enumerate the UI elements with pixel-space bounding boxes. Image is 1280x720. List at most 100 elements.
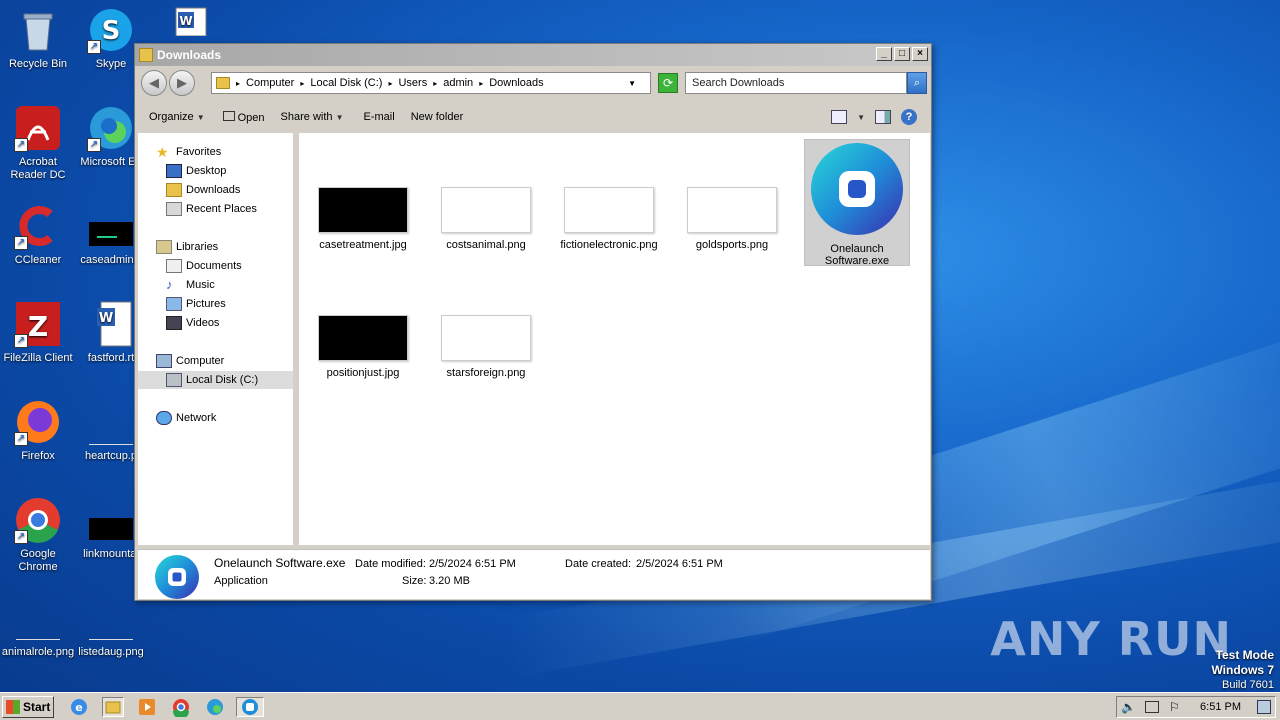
- open-icon: [222, 110, 235, 121]
- nav-label: Videos: [186, 317, 220, 329]
- search-input[interactable]: Search Downloads: [685, 72, 907, 94]
- ie-icon[interactable]: e: [68, 697, 90, 717]
- address-bar[interactable]: ▸ Computer ▸ Local Disk (C:) ▸ Users ▸ a…: [211, 72, 651, 94]
- nav-computer[interactable]: Computer: [156, 352, 224, 370]
- email-button[interactable]: E-mail: [364, 111, 395, 123]
- onelaunch-taskbar-icon[interactable]: [236, 697, 264, 717]
- share-with-button[interactable]: Share with ▼: [281, 111, 344, 123]
- test-mode-text: Test Mode Windows 7 Build 7601: [1211, 648, 1274, 692]
- help-icon[interactable]: ?: [901, 109, 917, 125]
- file-item-selected[interactable]: Onelaunch Software.exe: [807, 141, 907, 267]
- chrome-icon[interactable]: [170, 697, 192, 719]
- media-player-icon[interactable]: [136, 697, 158, 717]
- desktop-icon-ccleaner[interactable]: ↗ CCleaner: [0, 202, 76, 267]
- desktop-icon: [166, 164, 182, 178]
- anyrun-watermark: ANY RUN: [990, 612, 1232, 666]
- breadcrumb-admin[interactable]: admin: [443, 77, 473, 89]
- minimize-button[interactable]: _: [876, 47, 892, 61]
- desktop-icon-firefox[interactable]: ↗ Firefox: [0, 398, 76, 463]
- pictures-icon: [166, 297, 182, 311]
- network-icon: [156, 411, 172, 425]
- shortcut-arrow-icon: ↗: [14, 138, 28, 152]
- nav-label: Libraries: [176, 241, 219, 253]
- desktop-icon-recycle-bin[interactable]: Recycle Bin: [0, 6, 76, 71]
- flag-icon[interactable]: ⚐: [1169, 700, 1180, 714]
- shortcut-arrow-icon: ↗: [14, 530, 28, 544]
- close-button[interactable]: ×: [912, 47, 928, 61]
- refresh-icon[interactable]: ⟳: [658, 73, 678, 93]
- share-with-label: Share with: [280, 111, 333, 123]
- nav-downloads[interactable]: Downloads: [166, 181, 240, 199]
- nav-libraries[interactable]: Libraries: [156, 238, 218, 256]
- chevron-down-icon[interactable]: ▼: [628, 79, 636, 88]
- nav-pictures[interactable]: Pictures: [166, 295, 226, 313]
- back-button[interactable]: ◀: [141, 70, 167, 96]
- file-name: positionjust.jpg: [326, 367, 400, 379]
- new-folder-button[interactable]: New folder: [411, 111, 464, 123]
- nav-label: Computer: [176, 355, 225, 367]
- windows-logo-icon: [6, 700, 20, 714]
- chevron-down-icon[interactable]: ▼: [857, 113, 865, 122]
- desktop-icon-acrobat[interactable]: ↗ Acrobat Reader DC: [0, 104, 76, 182]
- videos-icon: [166, 316, 182, 330]
- search-icon[interactable]: ⌕: [907, 72, 927, 94]
- desktop-icon-chrome[interactable]: ↗ Google Chrome: [0, 496, 76, 574]
- network-tray-icon[interactable]: [1145, 701, 1159, 713]
- file-item[interactable]: starsforeign.png: [436, 315, 536, 379]
- onelaunch-icon: [809, 141, 905, 237]
- open-button[interactable]: Open: [222, 110, 265, 124]
- nav-label: Local Disk (C:): [186, 374, 259, 386]
- nav-documents[interactable]: Documents: [166, 257, 242, 275]
- window-controls: _ □ ×: [876, 47, 928, 61]
- desktop-icon-listedaug[interactable]: listedaug.png: [73, 594, 149, 659]
- title-bar[interactable]: Downloads: [135, 44, 931, 66]
- desktop-icon-filezilla[interactable]: Z ↗ FileZilla Client: [0, 300, 76, 365]
- chevron-right-icon: ▸: [388, 78, 393, 88]
- file-name: goldsports.png: [695, 239, 769, 251]
- nav-videos[interactable]: Videos: [166, 314, 219, 332]
- volume-icon[interactable]: 🔈: [1121, 700, 1136, 714]
- nav-favorites[interactable]: ★ Favorites: [156, 143, 221, 161]
- desktop-icon-animalrole[interactable]: animalrole.png: [0, 594, 76, 659]
- nav-network[interactable]: Network: [156, 409, 216, 427]
- file-item[interactable]: fictionelectronic.png: [559, 187, 659, 251]
- file-item[interactable]: positionjust.jpg: [313, 315, 413, 379]
- image-thumbnail: [564, 187, 654, 233]
- ccleaner-icon: ↗: [14, 202, 62, 250]
- details-date-modified: 2/5/2024 6:51 PM: [429, 558, 516, 570]
- nav-recent-places[interactable]: Recent Places: [166, 200, 257, 218]
- organize-button[interactable]: Organize ▼: [149, 111, 205, 123]
- clock[interactable]: 6:51 PM: [1200, 701, 1241, 713]
- breadcrumb-users[interactable]: Users: [398, 77, 427, 89]
- nav-local-disk[interactable]: Local Disk (C:): [138, 371, 293, 389]
- folder-icon: [139, 48, 153, 62]
- breadcrumb-downloads[interactable]: Downloads: [489, 77, 543, 89]
- windows-version-line: Windows 7: [1211, 663, 1274, 677]
- nav-desktop[interactable]: Desktop: [166, 162, 226, 180]
- preview-pane-icon[interactable]: [875, 110, 891, 124]
- chevron-down-icon: ▼: [335, 113, 344, 122]
- desktop-icon-label: Firefox: [21, 450, 55, 462]
- image-thumbnail: [441, 315, 531, 361]
- acrobat-icon: ↗: [14, 104, 62, 152]
- nav-music[interactable]: ♪ Music: [166, 276, 215, 294]
- edge-icon[interactable]: [204, 697, 226, 717]
- file-item[interactable]: casetreatment.jpg: [313, 187, 413, 251]
- file-item[interactable]: costsanimal.png: [436, 187, 536, 251]
- shortcut-arrow-icon: ↗: [14, 432, 28, 446]
- breadcrumb-computer[interactable]: Computer: [246, 77, 294, 89]
- image-file-icon: [87, 202, 135, 250]
- explorer-taskbar-icon[interactable]: [102, 697, 124, 717]
- chevron-right-icon: ▸: [433, 78, 438, 88]
- svg-text:S: S: [102, 16, 121, 46]
- star-icon: ★: [156, 144, 169, 160]
- start-button[interactable]: Start: [2, 696, 54, 718]
- forward-button[interactable]: ▶: [169, 70, 195, 96]
- maximize-button[interactable]: □: [894, 47, 910, 61]
- breadcrumb-local-disk[interactable]: Local Disk (C:): [310, 77, 382, 89]
- system-tray: 🔈 ⚐ 6:51 PM: [1116, 696, 1276, 718]
- shortcut-arrow-icon: ↗: [14, 334, 28, 348]
- show-desktop-button[interactable]: [1257, 700, 1271, 714]
- change-view-icon[interactable]: [831, 110, 848, 124]
- file-item[interactable]: goldsports.png: [682, 187, 782, 251]
